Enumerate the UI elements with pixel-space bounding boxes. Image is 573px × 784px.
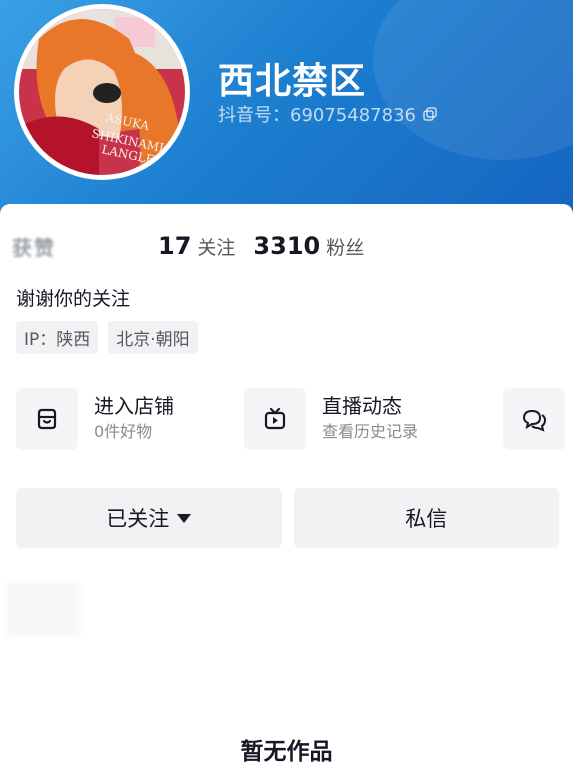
avatar-image: ASUKA SHIKINAMI LANGLEY bbox=[19, 9, 185, 175]
message-label: 私信 bbox=[405, 507, 448, 531]
tags-row: IP：陕西 北京·朝阳 bbox=[16, 321, 198, 354]
shop-subtitle: 0件好物 bbox=[94, 422, 153, 441]
douyin-id: 抖音号：69075487836 bbox=[218, 105, 416, 126]
profile-card: 获赞 17 关注 3310 粉丝 谢谢你的关注 IP：陕西 北京·朝阳 进入店铺… bbox=[0, 204, 573, 784]
chat-bubble-icon[interactable] bbox=[503, 388, 565, 450]
copy-icon[interactable] bbox=[422, 106, 438, 122]
ip-location-tag: IP：陕西 bbox=[16, 321, 99, 354]
shop-entry[interactable]: 进入店铺 0件好物 bbox=[16, 388, 174, 450]
live-subtitle: 查看历史记录 bbox=[322, 422, 419, 441]
avatar[interactable]: ASUKA SHIKINAMI LANGLEY bbox=[14, 4, 190, 180]
followed-button[interactable]: 已关注 bbox=[16, 488, 282, 548]
feature-row: 进入店铺 0件好物 直播动态 查看历史记录 bbox=[16, 388, 565, 454]
shop-icon bbox=[16, 388, 78, 450]
live-title: 直播动态 bbox=[322, 394, 402, 418]
following-stat[interactable]: 17 关注 bbox=[158, 232, 235, 260]
action-buttons: 已关注 私信 bbox=[16, 488, 559, 548]
avatar-illustration: ASUKA SHIKINAMI LANGLEY bbox=[19, 9, 185, 175]
profile-header: ASUKA SHIKINAMI LANGLEY 西北禁区 抖音号：6907548… bbox=[0, 0, 573, 215]
followers-label: 粉丝 bbox=[326, 237, 365, 259]
caret-down-icon bbox=[177, 513, 192, 523]
profile-page: ASUKA SHIKINAMI LANGLEY 西北禁区 抖音号：6907548… bbox=[0, 0, 573, 784]
following-count: 17 bbox=[158, 232, 192, 260]
blurred-placeholder bbox=[6, 582, 80, 636]
nickname: 西北禁区 bbox=[218, 61, 367, 102]
followed-label: 已关注 bbox=[106, 507, 170, 531]
followers-stat[interactable]: 3310 粉丝 bbox=[253, 232, 364, 260]
live-history-entry[interactable]: 直播动态 查看历史记录 bbox=[244, 388, 418, 450]
shop-title: 进入店铺 bbox=[94, 394, 174, 418]
douyin-id-row[interactable]: 抖音号：69075487836 bbox=[218, 101, 438, 127]
bio-signature: 谢谢你的关注 bbox=[16, 288, 131, 310]
city-tag: 北京·朝阳 bbox=[108, 321, 198, 354]
empty-works-text: 暂无作品 bbox=[240, 739, 333, 765]
stats-row: 获赞 17 关注 3310 粉丝 bbox=[12, 226, 364, 266]
followers-count: 3310 bbox=[253, 232, 321, 260]
following-label: 关注 bbox=[197, 237, 236, 259]
likes-count-blurred[interactable]: 获赞 bbox=[12, 229, 140, 263]
message-button[interactable]: 私信 bbox=[293, 488, 559, 548]
tv-icon bbox=[244, 388, 306, 450]
likes-label: 获赞 bbox=[12, 235, 56, 260]
